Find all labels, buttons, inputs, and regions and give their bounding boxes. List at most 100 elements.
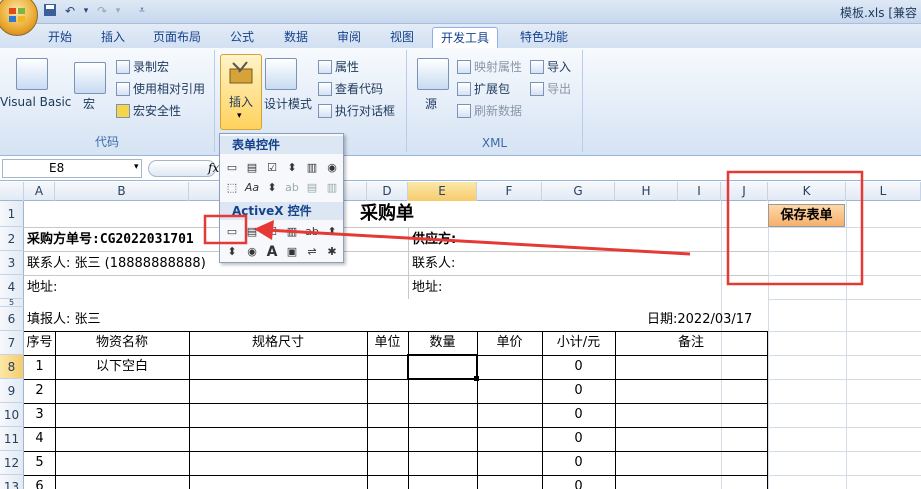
- scrollbar-control-icon[interactable]: ⬍: [264, 180, 280, 196]
- activex-textbox-icon[interactable]: ab: [304, 224, 320, 240]
- more-controls-icon[interactable]: ✱: [324, 244, 340, 260]
- tab-home[interactable]: 开始: [40, 27, 80, 48]
- table-header: 小计/元: [556, 335, 601, 350]
- tab-view[interactable]: 视图: [382, 27, 422, 48]
- option-button-control-icon[interactable]: ◉: [324, 160, 340, 176]
- tab-developer[interactable]: 开发工具: [432, 27, 499, 48]
- column-header[interactable]: J: [721, 182, 768, 201]
- insert-controls-dropdown: 表单控件 ▭ ▤ ☑ ⬍ ▥ ◉ ⬚ Aa ⬍ ab ▤ ▥ ActiveX 控…: [219, 133, 344, 263]
- active-cell[interactable]: [407, 354, 478, 380]
- listbox-control-icon[interactable]: ▥: [304, 160, 320, 176]
- subtotal: 0: [574, 359, 583, 374]
- row-header[interactable]: 5: [0, 299, 24, 307]
- record-macro-button[interactable]: 录制宏: [116, 58, 169, 75]
- activex-image-icon[interactable]: ▣: [284, 244, 300, 260]
- activex-checkbox-icon[interactable]: ☑: [264, 224, 280, 240]
- export-button[interactable]: 导出: [530, 80, 571, 97]
- row-header[interactable]: 6: [0, 307, 24, 331]
- code-group: Visual Basic 宏 录制宏 使用相对引用 宏安全性 代码: [0, 50, 215, 152]
- import-button[interactable]: 导入: [530, 58, 571, 75]
- row-number: 1: [35, 359, 44, 374]
- gridline: [768, 475, 921, 476]
- button-control-icon[interactable]: ▭: [224, 160, 240, 176]
- row-header[interactable]: 2: [0, 227, 24, 251]
- row-header[interactable]: 9: [0, 379, 24, 403]
- table-header: 单位: [374, 335, 401, 350]
- design-mode-icon[interactable]: [265, 58, 297, 90]
- column-header[interactable]: A: [24, 182, 55, 201]
- combo-dropdown-control-icon[interactable]: ▥: [324, 180, 340, 196]
- activex-combobox-icon[interactable]: ▤: [244, 224, 260, 240]
- macro-button[interactable]: 宏: [83, 95, 95, 112]
- save-icon[interactable]: [42, 3, 58, 19]
- activex-scrollbar-icon[interactable]: ⬍: [324, 224, 340, 240]
- label-control-icon[interactable]: Aa: [244, 180, 260, 196]
- source-icon[interactable]: [417, 58, 449, 90]
- column-header[interactable]: K: [768, 182, 846, 201]
- column-header[interactable]: B: [55, 182, 189, 201]
- fx-icon[interactable]: fx: [208, 161, 219, 175]
- fill-handle[interactable]: [474, 376, 479, 381]
- row-header[interactable]: 13: [0, 475, 24, 489]
- column-header[interactable]: L: [846, 182, 921, 201]
- refresh-data-button[interactable]: 刷新数据: [457, 102, 522, 119]
- macro-security-button[interactable]: 宏安全性: [116, 102, 181, 119]
- row-header[interactable]: 8: [0, 355, 24, 379]
- checkbox-control-icon[interactable]: ☑: [264, 160, 280, 176]
- activex-spin-icon[interactable]: ⬍: [224, 244, 240, 260]
- save-form-button[interactable]: 保存表单: [768, 204, 845, 227]
- view-code-icon: [318, 82, 332, 96]
- visual-basic-button[interactable]: Visual Basic: [0, 95, 71, 109]
- row-header[interactable]: 4: [0, 275, 24, 299]
- form-border: [408, 227, 409, 299]
- spinner-control-icon[interactable]: ⬍: [284, 160, 300, 176]
- combo-list-control-icon[interactable]: ▤: [304, 180, 320, 196]
- macro-icon[interactable]: [74, 62, 106, 94]
- redo-icon[interactable]: ↷: [94, 3, 110, 19]
- groupbox-control-icon[interactable]: ⬚: [224, 180, 240, 196]
- tab-review[interactable]: 审阅: [329, 27, 369, 48]
- redo-dropdown-icon[interactable]: ▾: [110, 3, 126, 19]
- row-header[interactable]: 7: [0, 331, 24, 355]
- tab-special-features[interactable]: 特色功能: [512, 27, 576, 48]
- name-box-dropdown-icon[interactable]: ▾: [134, 162, 139, 172]
- view-code-button[interactable]: 查看代码: [318, 80, 383, 97]
- activex-command-button-icon[interactable]: ▭: [224, 224, 240, 240]
- tab-page-layout[interactable]: 页面布局: [145, 27, 209, 48]
- xml-group-label: XML: [481, 136, 508, 150]
- tab-data[interactable]: 数据: [276, 27, 316, 48]
- undo-icon[interactable]: ↶: [62, 3, 78, 19]
- column-header[interactable]: F: [477, 182, 542, 201]
- run-dialog-button[interactable]: 执行对话框: [318, 102, 395, 119]
- column-header[interactable]: E: [408, 182, 477, 201]
- combobox-control-icon[interactable]: ▤: [244, 160, 260, 176]
- tab-formulas[interactable]: 公式: [222, 27, 262, 48]
- map-properties-button[interactable]: 映射属性: [457, 58, 522, 75]
- textfield-control-icon[interactable]: ab: [284, 180, 300, 196]
- column-header[interactable]: I: [678, 182, 721, 201]
- relative-reference-button[interactable]: 使用相对引用: [116, 80, 205, 97]
- activex-option-button-icon[interactable]: ◉: [244, 244, 260, 260]
- row-header[interactable]: 1: [0, 201, 24, 227]
- properties-button[interactable]: 属性: [318, 58, 359, 75]
- select-all-corner[interactable]: [0, 182, 24, 201]
- row-header[interactable]: 10: [0, 403, 24, 427]
- activex-label-icon[interactable]: A: [264, 244, 280, 260]
- customize-qat-icon[interactable]: ⩡: [134, 3, 150, 19]
- visual-basic-icon[interactable]: [16, 58, 48, 90]
- activex-listbox-icon[interactable]: ▥: [284, 224, 300, 240]
- tab-insert[interactable]: 插入: [93, 27, 133, 48]
- row-header[interactable]: 3: [0, 251, 24, 275]
- row-header[interactable]: 12: [0, 451, 24, 475]
- source-button[interactable]: 源: [425, 95, 437, 112]
- column-header[interactable]: G: [542, 182, 615, 201]
- expansion-pack-button[interactable]: 扩展包: [457, 80, 510, 97]
- design-mode-button[interactable]: 设计模式: [264, 95, 312, 112]
- name-box[interactable]: E8: [2, 159, 142, 178]
- activex-toggle-icon[interactable]: ⇌: [304, 244, 320, 260]
- undo-dropdown-icon[interactable]: ▾: [78, 3, 94, 19]
- column-header[interactable]: D: [367, 182, 408, 201]
- insert-control-button[interactable]: 插入 ▾: [220, 54, 262, 130]
- column-header[interactable]: H: [615, 182, 678, 201]
- row-header[interactable]: 11: [0, 427, 24, 451]
